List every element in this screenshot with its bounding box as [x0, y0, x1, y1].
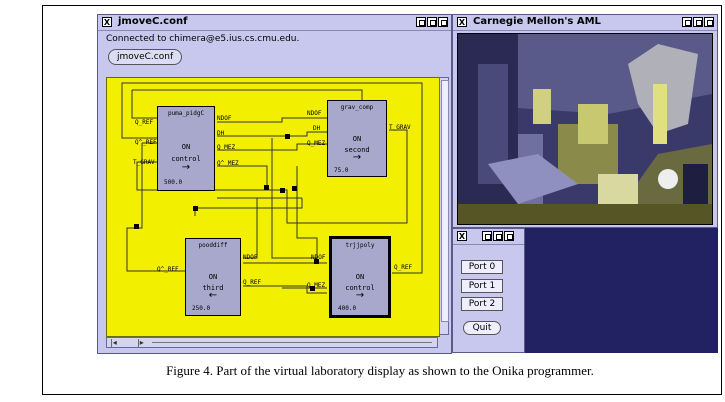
- iconify-icon[interactable]: [482, 231, 492, 241]
- left-arrow-icon: ←: [208, 290, 218, 301]
- iconify-icon[interactable]: [682, 17, 692, 27]
- port-label: Q^_REF: [157, 266, 179, 273]
- resize-icon[interactable]: [704, 17, 714, 27]
- port-0-button[interactable]: Port 0: [461, 260, 503, 274]
- right-arrow-icon: →: [181, 162, 191, 173]
- config-window: X jmoveC.conf Connected to chimera@e5.iu…: [97, 14, 452, 354]
- right-arrow-icon: →: [352, 152, 362, 163]
- module-canvas[interactable]: puma_pidgC ON control → 500.0 Q_REF Q^_R…: [106, 77, 440, 337]
- port-label: T_GRAV: [389, 124, 411, 131]
- module-frequency: 500.0: [164, 179, 183, 186]
- scroll-right-icon[interactable]: |▸: [137, 338, 144, 347]
- config-window-titlebar[interactable]: X jmoveC.conf: [98, 15, 451, 31]
- module-pooddiff[interactable]: pooddiff ON third ← 250.0: [185, 238, 241, 316]
- port-label: Q^_REF: [135, 139, 157, 146]
- module-state: ON: [355, 273, 365, 281]
- module-name: trjjpoly: [345, 242, 375, 249]
- resize-icon[interactable]: [438, 17, 448, 27]
- camera-window: X Carnegie Mellon's AML: [452, 14, 718, 228]
- connection-status: Connected to chimera@e5.ius.cs.cmu.edu.: [106, 34, 300, 44]
- module-puma-pidgc[interactable]: puma_pidgC ON control → 500.0: [157, 106, 215, 191]
- right-arrow-icon: →: [355, 290, 365, 301]
- port-label: DH: [217, 130, 225, 137]
- port-panel: X Port 0 Port 1 Port 2 Quit: [452, 228, 525, 353]
- scroll-track: [152, 342, 432, 343]
- module-name: grav_comp: [340, 104, 374, 111]
- vertical-scrollbar[interactable]: [439, 77, 449, 335]
- horizontal-scrollbar[interactable]: |◂ |▸: [106, 337, 438, 348]
- camera-view: [458, 34, 712, 224]
- maximize-icon[interactable]: [693, 17, 703, 27]
- figure-caption: Figure 4. Part of the virtual laboratory…: [166, 363, 594, 378]
- module-grav-comp[interactable]: grav_comp ON second → 75.0: [327, 100, 387, 177]
- config-window-title: jmoveC.conf: [118, 16, 188, 27]
- port-label: T_GRAV: [133, 159, 155, 166]
- port-label: Q_MEZ: [307, 140, 326, 147]
- window-menu-icon[interactable]: X: [457, 17, 467, 27]
- resize-icon[interactable]: [504, 231, 514, 241]
- module-name: pooddiff: [198, 242, 228, 249]
- lab-camera-image: [457, 33, 713, 225]
- port-label: Q^_MEZ: [217, 160, 239, 167]
- module-name: puma_pidgC: [167, 110, 205, 117]
- port-label: Q_REF: [243, 279, 262, 286]
- quit-button[interactable]: Quit: [463, 321, 501, 335]
- port-label: Q_REF: [394, 264, 413, 271]
- port-label: NDOF: [307, 110, 322, 117]
- camera-window-title: Carnegie Mellon's AML: [473, 16, 601, 27]
- camera-window-titlebar[interactable]: X Carnegie Mellon's AML: [453, 15, 717, 31]
- port-1-button[interactable]: Port 1: [461, 279, 503, 293]
- window-menu-icon[interactable]: X: [457, 231, 467, 241]
- port-2-button[interactable]: Port 2: [461, 297, 503, 311]
- scroll-thumb[interactable]: [441, 80, 449, 322]
- port-label: NDOF: [311, 254, 326, 261]
- module-frequency: 75.0: [334, 167, 349, 174]
- port-label: NDOF: [243, 254, 258, 261]
- background-area: [525, 228, 718, 353]
- window-menu-icon[interactable]: X: [102, 17, 112, 27]
- config-file-button[interactable]: jmoveC.conf: [108, 49, 183, 65]
- maximize-icon[interactable]: [427, 17, 437, 27]
- module-frequency: 400.0: [338, 305, 357, 312]
- maximize-icon[interactable]: [493, 231, 503, 241]
- port-panel-titlebar[interactable]: X: [453, 229, 524, 245]
- iconify-icon[interactable]: [416, 17, 426, 27]
- port-label: Q_MEZ: [307, 282, 326, 289]
- module-trjjpoly[interactable]: trjjpoly ON control → 400.0: [329, 236, 391, 318]
- port-label: DH: [313, 125, 321, 132]
- module-state: ON: [181, 143, 191, 151]
- port-label: Q_REF: [135, 119, 154, 126]
- module-frequency: 250.0: [192, 305, 211, 312]
- port-label: NDOF: [217, 115, 232, 122]
- module-state: ON: [352, 135, 362, 143]
- port-label: Q_MEZ: [217, 144, 236, 151]
- scroll-left-icon[interactable]: |◂: [110, 338, 117, 347]
- module-state: ON: [208, 273, 218, 281]
